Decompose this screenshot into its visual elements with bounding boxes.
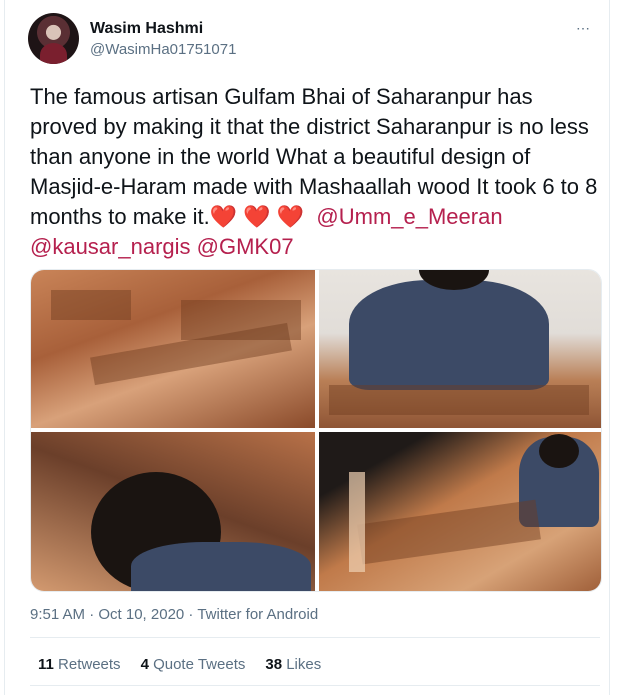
divider (30, 637, 600, 638)
photo-model-masjid[interactable] (319, 432, 601, 591)
photo-artisan-working[interactable] (31, 432, 315, 591)
mention-link[interactable]: @kausar_nargis (30, 234, 191, 259)
user-name[interactable]: Wasim Hashmi (90, 20, 203, 38)
tweet-card: Wasim Hashmi @WasimHa01751071 ⋯ The famo… (4, 0, 610, 695)
photo-wood-carving-closeup[interactable] (31, 270, 315, 428)
tweet-stats: 11 Retweets 4 Quote Tweets 38 Likes (38, 656, 321, 673)
tweet-timestamp[interactable]: 9:51 AM · Oct 10, 2020 · Twitter for And… (30, 606, 318, 623)
mention-link[interactable]: @GMK07 (197, 234, 294, 259)
user-handle[interactable]: @WasimHa01751071 (90, 41, 236, 58)
tweet-text: The famous artisan Gulfam Bhai of Sahara… (30, 82, 600, 262)
quote-tweets-stat[interactable]: 4 Quote Tweets (141, 656, 246, 673)
hearts-emoji: ❤️ ❤️ ❤️ (209, 204, 305, 229)
more-options-icon[interactable]: ⋯ (576, 20, 590, 37)
retweets-stat[interactable]: 11 Retweets (38, 656, 121, 673)
mention-link[interactable]: @Umm_e_Meeran (316, 204, 502, 229)
photo-artisan-carving[interactable] (319, 270, 601, 428)
tweet-body: The famous artisan Gulfam Bhai of Sahara… (30, 84, 598, 229)
likes-stat[interactable]: 38 Likes (265, 656, 321, 673)
divider (30, 685, 600, 686)
media-grid (30, 269, 602, 592)
avatar[interactable] (28, 13, 79, 64)
